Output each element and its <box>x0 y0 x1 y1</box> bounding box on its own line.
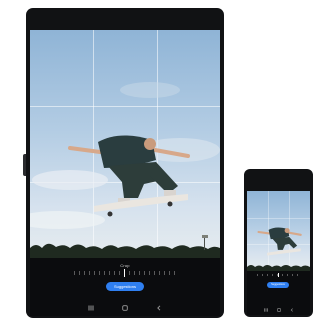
skateboarder-figure <box>257 227 302 256</box>
home-icon[interactable] <box>122 305 128 311</box>
back-icon[interactable] <box>290 308 294 312</box>
edit-controls: Suggestions <box>247 271 310 315</box>
photo-crop-area[interactable] <box>30 30 220 258</box>
phone-device: Suggestions <box>244 169 313 317</box>
back-icon[interactable] <box>156 305 162 311</box>
side-key <box>23 154 26 176</box>
skateboarder-figure <box>68 135 190 217</box>
navigation-bar <box>247 306 310 314</box>
rotation-ruler[interactable] <box>74 271 176 275</box>
recents-icon[interactable] <box>264 308 268 312</box>
suggestions-button[interactable]: Suggestions <box>106 282 144 291</box>
tablet-screen: Crop Suggestions <box>30 30 220 316</box>
recents-icon[interactable] <box>88 305 94 311</box>
suggestions-button[interactable]: Suggestions <box>267 282 289 288</box>
photo-crop-area[interactable] <box>247 191 310 271</box>
navigation-bar <box>30 303 220 313</box>
edit-controls: Crop Suggestions <box>30 258 220 316</box>
screenshot-root: { "tablet": { "mode_label": "Crop", "act… <box>0 0 321 318</box>
home-icon[interactable] <box>277 308 281 312</box>
treeline <box>30 235 220 258</box>
mode-label: Crop <box>120 263 130 268</box>
ruler-center-marker <box>278 273 279 277</box>
treeline <box>247 265 310 271</box>
phone-screen: Suggestions <box>247 191 310 315</box>
tablet-device: Crop Suggestions <box>23 8 224 318</box>
ruler-center-marker <box>124 269 125 277</box>
